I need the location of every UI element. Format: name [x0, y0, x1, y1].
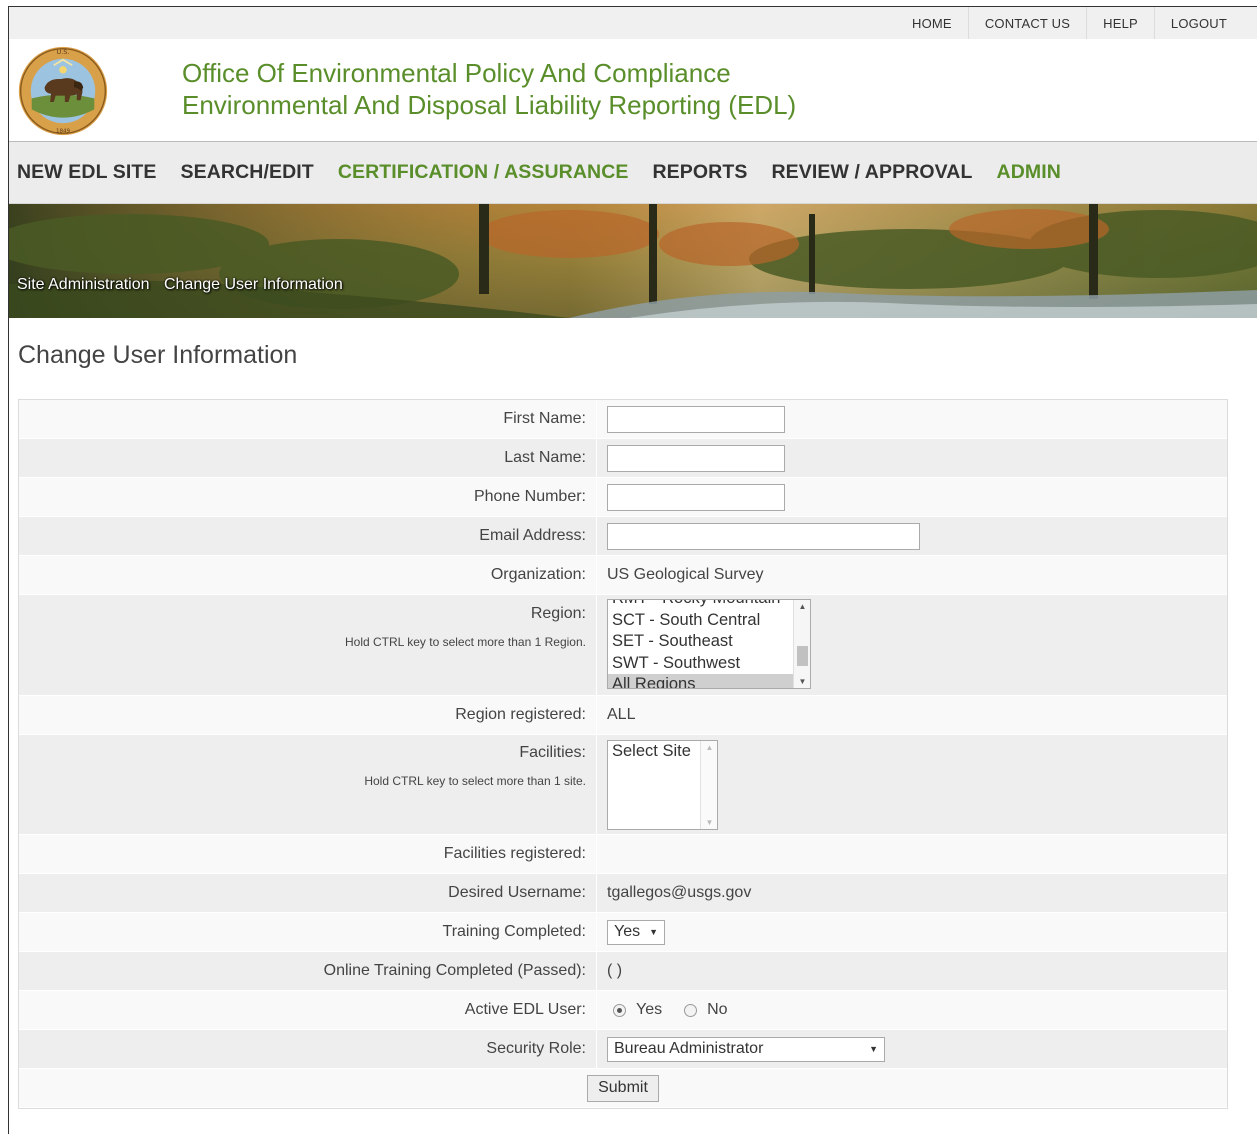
security-role-label: Security Role:: [19, 1030, 597, 1068]
region-hint: Hold CTRL key to select more than 1 Regi…: [344, 635, 586, 649]
organization-label: Organization:: [19, 556, 597, 594]
breadcrumb: Site Administration Change User Informat…: [17, 276, 353, 294]
row-region-registered: Region registered: ALL: [19, 696, 1227, 735]
svg-text:1849: 1849: [56, 128, 71, 134]
region-option-rmt[interactable]: RMT - Rocky Mountain: [608, 600, 810, 610]
doi-seal-logo: U.S. 1849: [18, 46, 108, 136]
scroll-down-arrow-icon[interactable]: ▼: [794, 677, 810, 686]
region-option-swt[interactable]: SWT - Southwest: [608, 653, 810, 675]
nav-review-approval[interactable]: REVIEW / APPROVAL: [771, 161, 972, 184]
active-user-label: Active EDL User:: [19, 991, 597, 1029]
utility-nav: HOME CONTACT US HELP LOGOUT: [9, 7, 1257, 39]
row-organization: Organization: US Geological Survey: [19, 556, 1227, 595]
nav-home-link[interactable]: HOME: [896, 7, 968, 39]
facilities-registered-value: [597, 835, 1227, 873]
nav-logout-link[interactable]: LOGOUT: [1153, 7, 1243, 39]
row-email: Email Address:: [19, 517, 1227, 556]
page-title: Change User Information: [18, 341, 298, 369]
email-label: Email Address:: [19, 517, 597, 555]
active-yes-radio[interactable]: [613, 1003, 626, 1017]
region-option-all[interactable]: All Regions: [608, 674, 810, 688]
breadcrumb-change-user-information: Change User Information: [163, 276, 343, 293]
online-training-label: Online Training Completed (Passed):: [19, 952, 597, 990]
nav-contact-link[interactable]: CONTACT US: [967, 7, 1086, 39]
row-active-user: Active EDL User: Yes No: [19, 991, 1227, 1030]
phone-input[interactable]: [607, 483, 785, 511]
facilities-scrollbar[interactable]: ▲ ▼: [700, 741, 717, 829]
submit-button[interactable]: Submit: [587, 1074, 659, 1102]
row-facilities: Facilities: Hold CTRL key to select more…: [19, 735, 1227, 835]
main-nav: NEW EDL SITE SEARCH/EDIT CERTIFICATION /…: [9, 142, 1257, 204]
forest-banner: Site Administration Change User Informat…: [9, 204, 1257, 318]
scrollbar-thumb[interactable]: [797, 646, 808, 666]
region-label: Region:: [530, 605, 586, 622]
nav-search-edit[interactable]: SEARCH/EDIT: [181, 161, 314, 184]
svg-text:U.S.: U.S.: [57, 48, 70, 56]
row-phone: Phone Number:: [19, 478, 1227, 517]
security-role-select[interactable]: Bureau Administrator ▼: [607, 1036, 885, 1062]
row-facilities-registered: Facilities registered:: [19, 835, 1227, 874]
username-label: Desired Username:: [19, 874, 597, 912]
training-select[interactable]: Yes ▼: [607, 919, 665, 945]
region-registered-label: Region registered:: [19, 696, 597, 734]
scroll-up-arrow-icon[interactable]: ▲: [794, 602, 810, 611]
scroll-up-arrow-icon[interactable]: ▲: [701, 743, 717, 752]
security-role-select-value: Bureau Administrator: [614, 1040, 764, 1057]
facilities-hint: Hold CTRL key to select more than 1 site…: [364, 774, 586, 788]
row-region: Region: Hold CTRL key to select more tha…: [19, 595, 1227, 696]
row-security-role: Security Role: Bureau Administrator ▼: [19, 1030, 1227, 1069]
site-title: Office Of Environmental Policy And Compl…: [182, 57, 796, 121]
region-option-sct[interactable]: SCT - South Central: [608, 610, 810, 632]
breadcrumb-site-administration[interactable]: Site Administration: [17, 276, 150, 293]
nav-reports[interactable]: REPORTS: [652, 161, 747, 184]
row-first-name: First Name:: [19, 400, 1227, 439]
page: HOME CONTACT US HELP LOGOUT U.S. 1849 Of…: [8, 6, 1257, 1134]
region-scrollbar[interactable]: ▲ ▼: [793, 600, 810, 688]
row-online-training: Online Training Completed (Passed): ( ): [19, 952, 1227, 991]
site-title-line1: Office Of Environmental Policy And Compl…: [182, 58, 731, 88]
change-user-form: First Name: Last Name: Phone Number: Ema…: [18, 399, 1228, 1109]
nav-admin[interactable]: ADMIN: [997, 161, 1061, 184]
caret-down-icon: ▼: [869, 1044, 878, 1054]
row-username: Desired Username: tgallegos@usgs.gov: [19, 874, 1227, 913]
username-value: tgallegos@usgs.gov: [607, 884, 752, 901]
row-training: Training Completed: Yes ▼: [19, 913, 1227, 952]
nav-certification-assurance[interactable]: CERTIFICATION / ASSURANCE: [338, 161, 629, 184]
row-last-name: Last Name:: [19, 439, 1227, 478]
region-option-set[interactable]: SET - Southeast: [608, 631, 810, 653]
first-name-label: First Name:: [19, 400, 597, 438]
region-registered-value: ALL: [607, 706, 636, 723]
online-training-value: ( ): [607, 962, 623, 979]
training-select-value: Yes: [614, 923, 641, 940]
site-title-line2: Environmental And Disposal Liability Rep…: [182, 90, 797, 120]
facilities-label: Facilities:: [519, 744, 586, 761]
phone-label: Phone Number:: [19, 478, 597, 516]
training-label: Training Completed:: [19, 913, 597, 951]
forest-banner-image: [9, 204, 1257, 318]
active-no-radio[interactable]: [684, 1003, 698, 1017]
last-name-label: Last Name:: [19, 439, 597, 477]
first-name-input[interactable]: [607, 405, 785, 433]
region-listbox[interactable]: RMT - Rocky Mountain SCT - South Central…: [607, 599, 811, 689]
active-no-label: No: [707, 1001, 728, 1018]
facilities-registered-label: Facilities registered:: [19, 835, 597, 873]
nav-new-edl-site[interactable]: NEW EDL SITE: [17, 161, 157, 184]
nav-help-link[interactable]: HELP: [1086, 7, 1154, 39]
facilities-listbox[interactable]: Select Site ▲ ▼: [607, 740, 718, 830]
email-input[interactable]: [607, 522, 920, 550]
organization-value: US Geological Survey: [607, 566, 764, 583]
active-yes-label: Yes: [636, 1001, 663, 1018]
row-submit: Submit: [19, 1069, 1227, 1108]
last-name-input[interactable]: [607, 444, 785, 472]
site-header: U.S. 1849 Office Of Environmental Policy…: [9, 39, 1257, 142]
scroll-down-arrow-icon[interactable]: ▼: [701, 818, 717, 827]
caret-down-icon: ▼: [649, 927, 658, 937]
